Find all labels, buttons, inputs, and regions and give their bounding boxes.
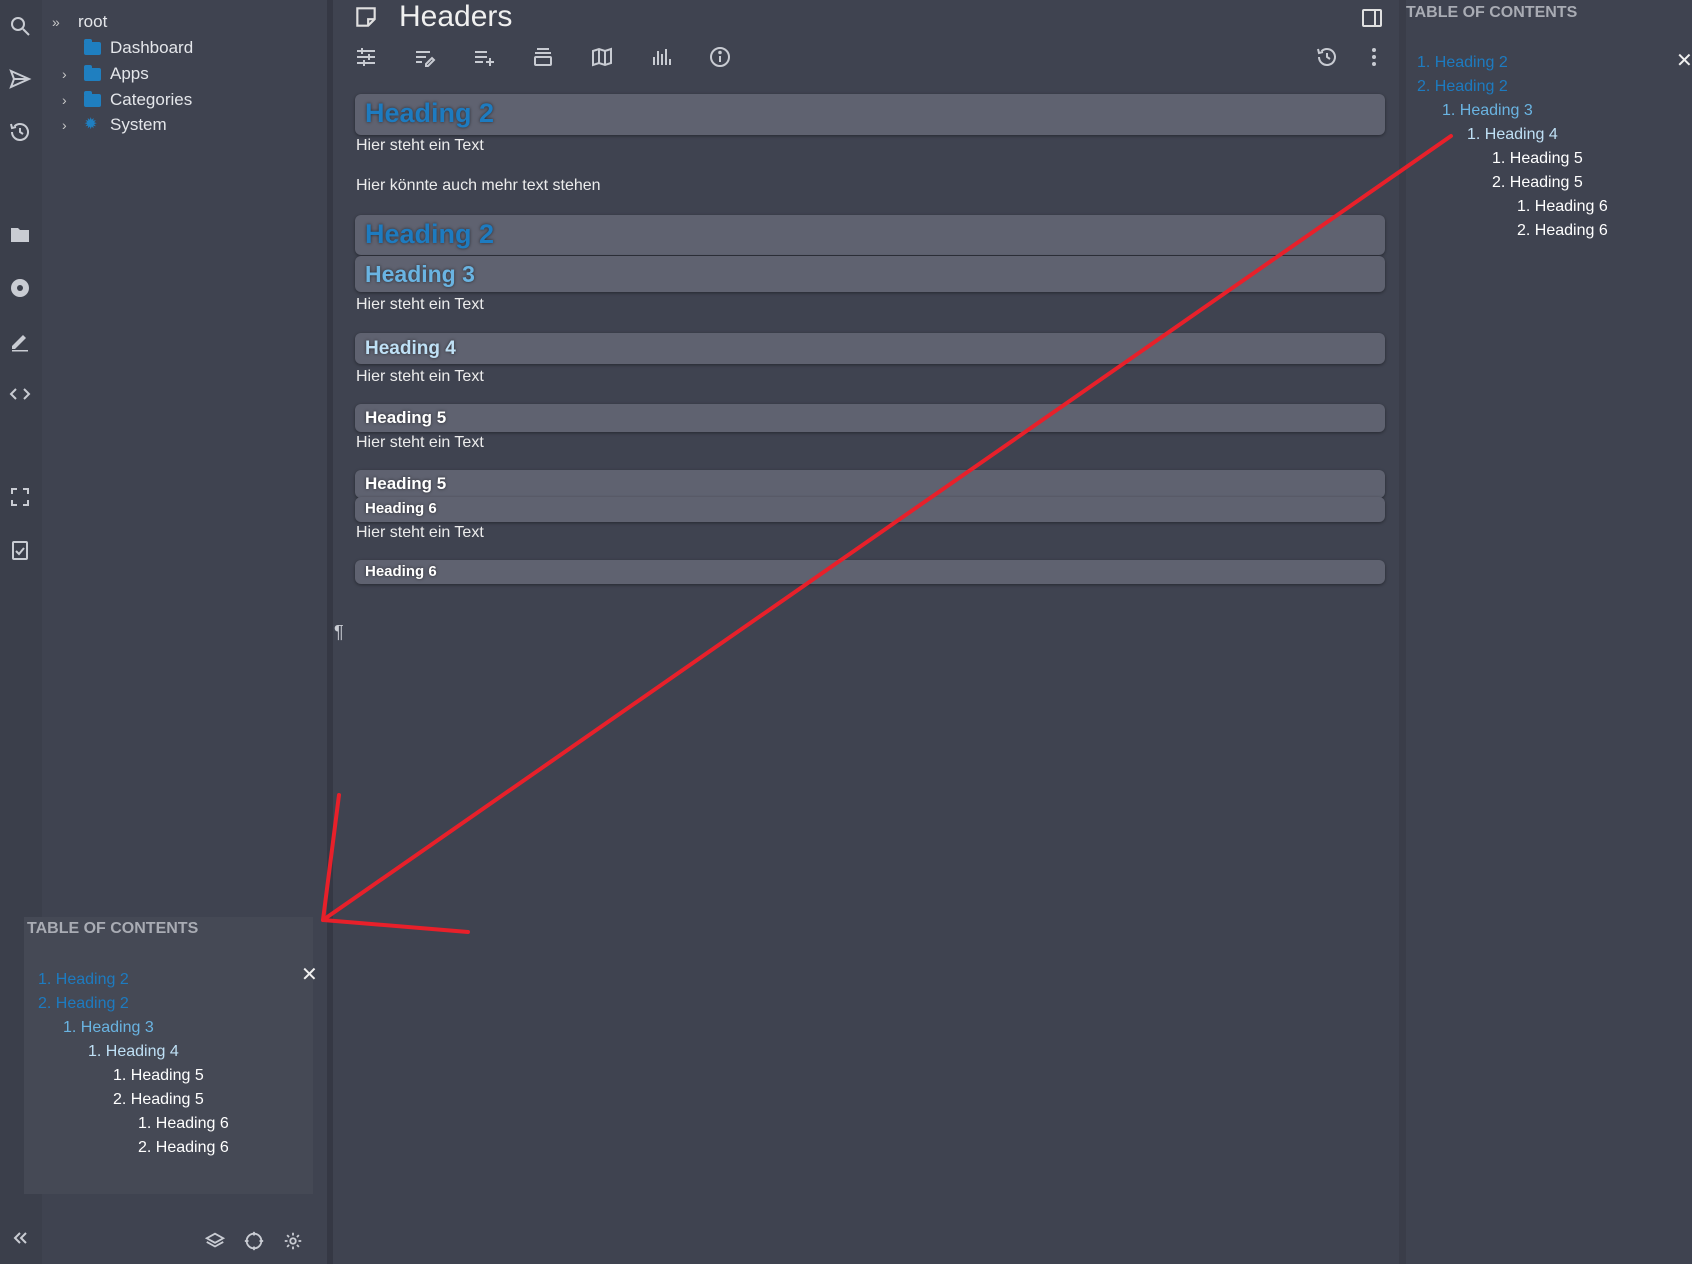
- chevron-right-icon[interactable]: ›: [62, 117, 84, 133]
- toc-item[interactable]: 1. Heading 3: [1442, 102, 1533, 120]
- toc-title: TABLE OF CONTENTS: [1406, 4, 1578, 21]
- heading-3: Heading 3: [365, 261, 475, 287]
- history-icon[interactable]: [8, 120, 32, 144]
- chevron-right-icon[interactable]: ›: [62, 92, 84, 108]
- toc-item[interactable]: 1. Heading 5: [113, 1067, 204, 1085]
- folder-icon: [84, 38, 101, 55]
- stack-icon[interactable]: [531, 45, 555, 69]
- add-to-list-icon[interactable]: [472, 45, 496, 69]
- tree-item-categories[interactable]: › Categories: [62, 88, 192, 112]
- tree-item-dashboard[interactable]: Dashboard: [84, 36, 193, 60]
- heading-3-block[interactable]: Heading 3: [355, 256, 1385, 292]
- toc-item[interactable]: 2. Heading 5: [1492, 174, 1583, 192]
- tree-item-label: Categories: [110, 90, 193, 109]
- info-icon[interactable]: [708, 45, 732, 69]
- toc-item[interactable]: 1. Heading 2: [1417, 54, 1508, 72]
- heading-6: Heading 6: [365, 500, 437, 517]
- double-chevron-icon[interactable]: »: [52, 14, 68, 30]
- toc-item[interactable]: 2. Heading 6: [1517, 222, 1608, 240]
- toc-item[interactable]: 1. Heading 5: [1492, 150, 1583, 168]
- map-icon[interactable]: [590, 45, 614, 69]
- gear-icon: ✹: [84, 116, 98, 133]
- note-editor: Headers Heading 2 Hier steht ein Text Hi…: [333, 0, 1399, 1264]
- tree-item-apps[interactable]: › Apps: [62, 62, 149, 86]
- tree-item-label: System: [110, 115, 167, 134]
- steering-icon[interactable]: [8, 276, 32, 300]
- heading-5-block[interactable]: Heading 5: [355, 404, 1385, 432]
- folder-icon: [84, 64, 101, 81]
- paragraph[interactable]: Hier steht ein Text: [356, 524, 484, 542]
- toc-item[interactable]: 2. Heading 5: [113, 1091, 204, 1109]
- toc-item[interactable]: 1. Heading 4: [88, 1043, 179, 1061]
- heading-5: Heading 5: [365, 474, 447, 493]
- heading-6-block[interactable]: Heading 6: [355, 560, 1385, 584]
- collapse-sidebar-icon[interactable]: [8, 1226, 32, 1250]
- search-icon[interactable]: [8, 14, 32, 38]
- send-icon[interactable]: [8, 67, 32, 91]
- close-icon[interactable]: ✕: [1676, 48, 1692, 73]
- heading-2: Heading 2: [365, 219, 495, 249]
- toc-item[interactable]: 2. Heading 2: [1417, 78, 1508, 96]
- tree-item-system[interactable]: › ✹ System: [62, 113, 167, 137]
- tree-item-label: Apps: [110, 64, 149, 83]
- clipboard-check-icon[interactable]: [8, 538, 32, 562]
- paragraph[interactable]: Hier steht ein Text: [356, 434, 484, 452]
- layers-icon[interactable]: [204, 1230, 226, 1252]
- heading-5: Heading 5: [365, 408, 447, 427]
- paragraph[interactable]: Hier steht ein Text: [356, 368, 484, 386]
- note-title[interactable]: Headers: [399, 0, 512, 34]
- heading-4: Heading 4: [365, 338, 456, 359]
- options-icon[interactable]: [354, 45, 378, 69]
- tree-item-label: Dashboard: [110, 38, 194, 57]
- close-icon[interactable]: ✕: [301, 962, 318, 987]
- more-options-icon[interactable]: [1362, 45, 1386, 69]
- toc-panel-bottom: TABLE OF CONTENTS ✕ 1. Heading 2 2. Head…: [24, 917, 318, 1194]
- heading-4-block[interactable]: Heading 4: [355, 333, 1385, 364]
- heading-2: Heading 2: [365, 98, 495, 128]
- bar-chart-icon[interactable]: [649, 45, 673, 69]
- revision-history-icon[interactable]: [1315, 45, 1339, 69]
- paragraph[interactable]: Hier könnte auch mehr text stehen: [356, 177, 601, 195]
- toc-title: TABLE OF CONTENTS: [27, 920, 199, 937]
- heading-2-block[interactable]: Heading 2: [355, 94, 1385, 135]
- heading-6-block[interactable]: Heading 6: [355, 497, 1385, 522]
- toc-item[interactable]: 2. Heading 6: [138, 1139, 229, 1157]
- right-pane-splitter[interactable]: [1399, 0, 1406, 1264]
- settings-icon[interactable]: [282, 1230, 304, 1252]
- tree-item-root[interactable]: » root: [52, 10, 107, 34]
- code-icon[interactable]: [8, 382, 32, 406]
- paragraph[interactable]: Hier steht ein Text: [356, 137, 484, 155]
- toc-item[interactable]: 1. Heading 6: [1517, 198, 1608, 216]
- fullscreen-icon[interactable]: [8, 485, 32, 509]
- pencil-icon[interactable]: [8, 329, 32, 353]
- heading-6: Heading 6: [365, 563, 437, 580]
- chevron-right-icon[interactable]: ›: [62, 66, 84, 82]
- tree-item-label: root: [78, 12, 108, 31]
- note-icon: [353, 4, 379, 30]
- heading-2-block[interactable]: Heading 2: [355, 215, 1385, 255]
- toc-item[interactable]: 1. Heading 2: [38, 971, 129, 989]
- paragraph[interactable]: Hier steht ein Text: [356, 296, 484, 314]
- folder-icon: [84, 90, 101, 107]
- toc-item[interactable]: 1. Heading 6: [138, 1115, 229, 1133]
- heading-5-block[interactable]: Heading 5: [355, 470, 1385, 498]
- crosshair-icon[interactable]: [243, 1230, 265, 1252]
- toggle-right-pane-icon[interactable]: [1360, 6, 1384, 30]
- pilcrow-icon[interactable]: ¶: [334, 622, 344, 643]
- toc-item[interactable]: 1. Heading 3: [63, 1019, 154, 1037]
- toc-item[interactable]: 1. Heading 4: [1467, 126, 1558, 144]
- toc-panel-right: TABLE OF CONTENTS ✕ 1. Heading 2 2. Head…: [1406, 0, 1692, 1264]
- toc-item[interactable]: 2. Heading 2: [38, 995, 129, 1013]
- edit-list-icon[interactable]: [413, 45, 437, 69]
- folder-icon[interactable]: [8, 223, 32, 247]
